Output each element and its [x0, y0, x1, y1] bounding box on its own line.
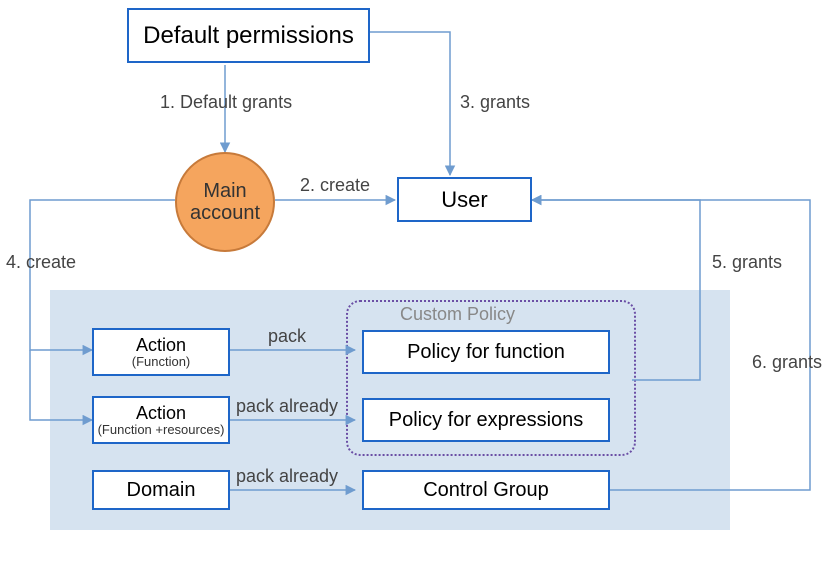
edge-label-2: 2. create [300, 175, 370, 196]
control-group-text: Control Group [423, 479, 549, 502]
policy-fn-text: Policy for function [407, 341, 565, 364]
default-permissions-text: Default permissions [143, 22, 354, 50]
edge-label-5: 5. grants [712, 252, 782, 273]
edge-main-to-action-fr [30, 350, 92, 420]
edge-default-to-user [370, 32, 450, 175]
edge-label-pack: pack [268, 326, 306, 347]
edge-label-3: 3. grants [460, 92, 530, 113]
edge-label-pack-already-1: pack already [236, 396, 338, 417]
action-fn-title: Action [136, 336, 186, 355]
action-fn-sub: (Function) [132, 355, 191, 369]
main-account-circle: Main account [175, 152, 275, 252]
policy-expr-text: Policy for expressions [389, 409, 584, 432]
action-fn-box: Action (Function) [92, 328, 230, 376]
policy-fn-box: Policy for function [362, 330, 610, 374]
action-fr-sub: (Function +resources) [98, 423, 225, 437]
domain-text: Domain [127, 479, 196, 502]
control-group-box: Control Group [362, 470, 610, 510]
action-fr-title: Action [136, 404, 186, 423]
main-account-l2: account [190, 202, 260, 224]
edge-label-pack-already-2: pack already [236, 466, 338, 487]
domain-box: Domain [92, 470, 230, 510]
edge-label-6: 6. grants [752, 352, 822, 373]
edge-label-1: 1. Default grants [160, 92, 292, 113]
default-permissions-box: Default permissions [127, 8, 370, 63]
main-account-l1: Main [203, 180, 246, 202]
action-fr-box: Action (Function +resources) [92, 396, 230, 444]
user-text: User [441, 187, 487, 213]
policy-expr-box: Policy for expressions [362, 398, 610, 442]
user-box: User [397, 177, 532, 222]
edge-label-4: 4. create [6, 252, 76, 273]
